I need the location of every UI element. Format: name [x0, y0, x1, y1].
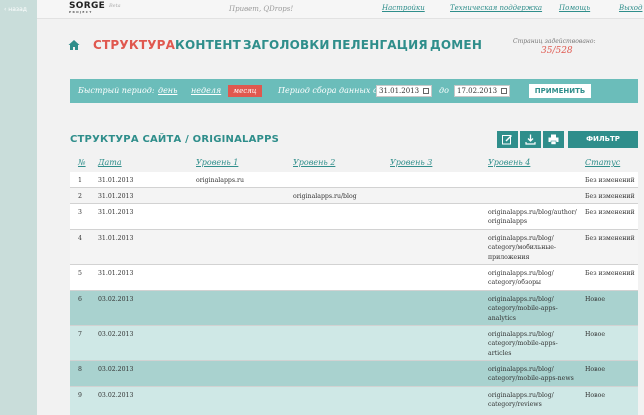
logo-tag: Beta — [109, 3, 121, 9]
help-link[interactable]: Помощь — [559, 4, 590, 12]
settings-link[interactable]: Настройки — [382, 4, 425, 12]
filter-bar: Быстрый период: день неделя месяц Период… — [70, 79, 638, 103]
column-header-number[interactable]: № — [78, 158, 86, 167]
calendar-icon[interactable] — [423, 88, 429, 94]
row-status: Новое — [585, 392, 605, 399]
nav-domain[interactable]: ДОМЕН — [430, 38, 482, 52]
section-title: СТРУКТУРА САЙТА / ORIGINALAPPS — [70, 134, 280, 145]
nav-headings[interactable]: ЗАГОЛОВКИ — [243, 38, 330, 52]
edit-icon — [502, 135, 512, 145]
row-number: 7 — [78, 331, 82, 338]
row-status: Без изменений — [585, 209, 635, 216]
row-status: Без изменений — [585, 177, 635, 184]
top-bar: SORGE PROJECT Beta Привет, QDrops! Настр… — [37, 0, 644, 19]
column-header-level2[interactable]: Уровень 2 — [293, 158, 335, 167]
period-day-link[interactable]: день — [158, 86, 177, 95]
table-row[interactable]: 9 03.02.2013 originalapps.ru/blog/ categ… — [70, 387, 638, 415]
row-level4: originalapps.ru/blog/ category/mobile-ap… — [488, 366, 574, 383]
calendar-icon[interactable] — [501, 88, 507, 94]
apply-button[interactable]: ПРИМЕНИТЬ — [529, 84, 591, 98]
table-row[interactable]: 3 31.01.2013 originalapps.ru/blog/author… — [70, 204, 638, 230]
greeting-text: Привет, QDrops! — [229, 5, 294, 13]
row-date: 03.02.2013 — [98, 392, 134, 399]
row-date: 31.01.2013 — [98, 235, 134, 242]
row-level4: originalapps.ru/blog/ category/mobile-ap… — [488, 331, 558, 357]
row-date: 03.02.2013 — [98, 296, 134, 303]
row-date: 03.02.2013 — [98, 331, 134, 338]
table-row[interactable]: 5 31.01.2013 originalapps.ru/blog/ categ… — [70, 265, 638, 291]
print-button[interactable] — [543, 131, 564, 148]
pages-used-value: 35/528 — [541, 46, 573, 56]
download-icon — [525, 134, 536, 145]
column-header-level3[interactable]: Уровень 3 — [390, 158, 432, 167]
row-date: 31.01.2013 — [98, 209, 134, 216]
period-month-button[interactable]: месяц — [228, 85, 262, 97]
table-row[interactable]: 4 31.01.2013 originalapps.ru/blog/ categ… — [70, 230, 638, 265]
row-level4: originalapps.ru/blog/ category/мобильные… — [488, 235, 557, 261]
row-number: 5 — [78, 270, 82, 277]
row-date: 03.02.2013 — [98, 366, 134, 373]
pages-used-label: Страниц задействовано: — [513, 38, 596, 45]
nav-content[interactable]: КОНТЕНТ — [175, 38, 241, 52]
row-number: 8 — [78, 366, 82, 373]
row-status: Новое — [585, 296, 605, 303]
row-number: 2 — [78, 193, 82, 200]
row-status: Без изменений — [585, 235, 635, 242]
edit-button[interactable] — [497, 131, 518, 148]
logo[interactable]: SORGE PROJECT — [69, 2, 105, 15]
column-header-status[interactable]: Статус — [585, 158, 620, 167]
download-button[interactable] — [520, 131, 541, 148]
column-header-level1[interactable]: Уровень 1 — [196, 158, 238, 167]
row-number: 4 — [78, 235, 82, 242]
row-status: Новое — [585, 366, 605, 373]
left-rail: ‹ назад — [0, 0, 37, 415]
period-week-link[interactable]: неделя — [191, 86, 221, 95]
print-icon — [548, 134, 559, 145]
column-header-date[interactable]: Дата — [98, 158, 122, 167]
logout-link[interactable]: Выход — [619, 4, 642, 12]
table-row[interactable]: 1 31.01.2013 originalapps.ru Без изменен… — [70, 172, 638, 188]
table-row[interactable]: 2 31.01.2013 originalapps.ru/blog Без из… — [70, 188, 638, 204]
table-row[interactable]: 7 03.02.2013 originalapps.ru/blog/ categ… — [70, 326, 638, 361]
row-number: 6 — [78, 296, 82, 303]
row-number: 1 — [78, 177, 82, 184]
date-to-value: 17.02.2013 — [457, 87, 498, 95]
row-date: 31.01.2013 — [98, 177, 134, 184]
row-status: Новое — [585, 331, 605, 338]
row-date: 31.01.2013 — [98, 270, 134, 277]
column-header-level4[interactable]: Уровень 4 — [488, 158, 530, 167]
nav-direction-finding[interactable]: ПЕЛЕНГАЦИЯ — [332, 38, 428, 52]
row-status: Без изменений — [585, 270, 635, 277]
home-icon[interactable] — [68, 39, 80, 51]
row-number: 9 — [78, 392, 82, 399]
row-level4: originalapps.ru/blog/ category/обзоры — [488, 270, 554, 287]
row-level1: originalapps.ru — [196, 177, 244, 184]
date-to-input[interactable]: 17.02.2013 — [454, 85, 510, 97]
row-level2: originalapps.ru/blog — [293, 193, 357, 200]
support-link[interactable]: Техническая поддержка — [450, 4, 542, 12]
date-from-input[interactable]: 31.01.2013 — [376, 85, 432, 97]
row-level4: originalapps.ru/blog/ category/mobile-ap… — [488, 296, 558, 322]
table-header: № Дата Уровень 1 Уровень 2 Уровень 3 Уро… — [70, 154, 638, 173]
quick-period-label: Быстрый период: — [78, 86, 155, 95]
filter-button[interactable]: ФИЛЬТР — [568, 131, 638, 148]
collection-period-label: Период сбора данных с — [278, 86, 378, 95]
row-date: 31.01.2013 — [98, 193, 134, 200]
row-number: 3 — [78, 209, 82, 216]
table-row[interactable]: 6 03.02.2013 originalapps.ru/blog/ categ… — [70, 291, 638, 326]
table-row[interactable]: 8 03.02.2013 originalapps.ru/blog/ categ… — [70, 361, 638, 387]
date-from-value: 31.01.2013 — [379, 87, 420, 95]
to-label: до — [439, 86, 449, 95]
row-level4: originalapps.ru/blog/ category/reviews — [488, 392, 554, 409]
back-link[interactable]: ‹ назад — [4, 6, 27, 13]
row-level4: originalapps.ru/blog/author/ originalapp… — [488, 209, 577, 226]
nav-structure[interactable]: СТРУКТУРА — [93, 38, 175, 52]
row-status: Без изменений — [585, 193, 635, 200]
